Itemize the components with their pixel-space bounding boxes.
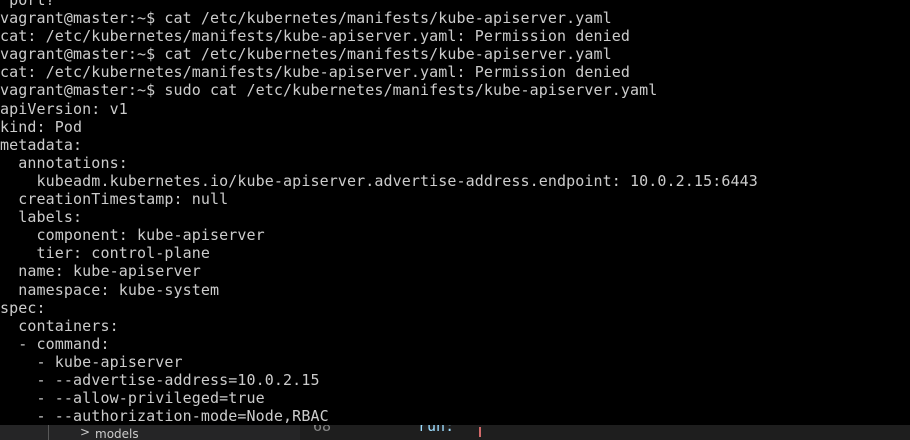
- terminal-line: namespace: kube-system: [0, 280, 220, 299]
- terminal-line: - command:: [0, 334, 110, 353]
- text-cursor: [479, 427, 481, 437]
- terminal-line: containers:: [0, 316, 119, 335]
- terminal-line: vagrant@master:~$ cat /etc/kubernetes/ma…: [0, 9, 612, 28]
- terminal-line: vagrant@master:~$ cat /etc/kubernetes/ma…: [0, 45, 612, 64]
- chevron-right-icon[interactable]: >: [80, 425, 90, 440]
- terminal-line: annotations:: [0, 153, 128, 172]
- terminal-line: apiVersion: v1: [0, 99, 128, 118]
- terminal-line: - kube-apiserver: [0, 352, 183, 371]
- terminal-line: creationTimestamp: null: [0, 190, 229, 209]
- terminal-line: cat: /etc/kubernetes/manifests/kube-apis…: [0, 63, 631, 82]
- terminal-line: metadata:: [0, 135, 83, 154]
- editor-line-number: 68: [313, 425, 332, 435]
- editor-background-strip: > models 68 run:: [0, 425, 910, 440]
- terminal-line: name: kube-apiserver: [0, 262, 201, 281]
- terminal-line: tier: control-plane: [0, 244, 211, 263]
- terminal-line: - --advertise-address=10.0.2.15: [0, 370, 320, 389]
- editor-code-fragment[interactable]: run:: [418, 425, 463, 435]
- terminal-line: spec:: [0, 298, 46, 317]
- explorer-panel: > models: [0, 425, 300, 440]
- indent-guide: [48, 425, 49, 440]
- terminal-line: labels:: [0, 208, 83, 227]
- terminal-line: cat: /etc/kubernetes/manifests/kube-apis…: [0, 27, 631, 46]
- terminal-line: - --allow-privileged=true: [0, 389, 265, 408]
- terminal-line: - --authorization-mode=Node,RBAC: [0, 407, 329, 425]
- terminal-line: vagrant@master:~$ sudo cat /etc/kubernet…: [0, 81, 658, 100]
- terminal-output[interactable]: port? vagrant@master:~$ cat /etc/kuberne…: [0, 0, 910, 425]
- explorer-folder-models[interactable]: models: [95, 426, 139, 440]
- terminal-line: port?: [0, 0, 55, 9]
- terminal-line: component: kube-apiserver: [0, 226, 265, 245]
- terminal-line: kubeadm.kubernetes.io/kube-apiserver.adv…: [0, 171, 758, 190]
- terminal-line: kind: Pod: [0, 117, 83, 136]
